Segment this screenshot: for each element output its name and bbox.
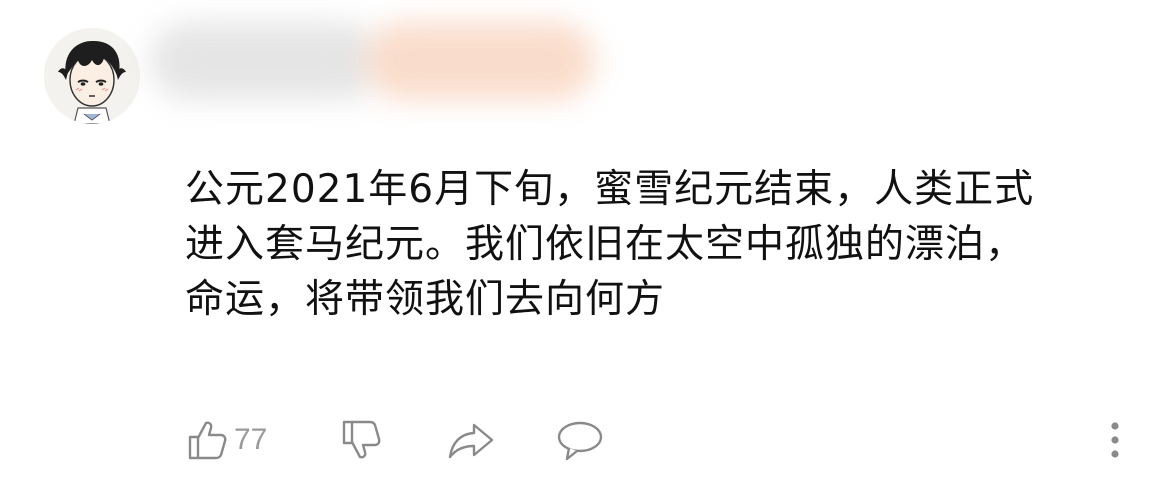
comment-bubble-icon bbox=[555, 417, 605, 463]
more-options-button[interactable] bbox=[1100, 410, 1130, 470]
comment-line: 进入套马纪元。我们依旧在太空中孤独的漂泊， bbox=[185, 222, 1026, 267]
username-tag-blurred bbox=[365, 22, 595, 100]
like-button[interactable]: 77 bbox=[184, 410, 267, 470]
more-vertical-icon bbox=[1109, 420, 1121, 460]
reply-button[interactable] bbox=[555, 410, 605, 470]
like-count: 77 bbox=[234, 423, 268, 456]
comment-card: 公元2021年6月下旬，蜜雪纪元结束，人类正式 进入套马纪元。我们依旧在太空中孤… bbox=[0, 0, 1170, 501]
share-button[interactable] bbox=[446, 410, 496, 470]
avatar[interactable] bbox=[44, 28, 140, 124]
username-blurred bbox=[150, 22, 380, 100]
action-bar: 77 bbox=[0, 410, 1170, 470]
thumbs-up-icon bbox=[184, 417, 230, 463]
share-arrow-icon bbox=[446, 417, 496, 463]
comment-line: 命运，将带领我们去向何方 bbox=[185, 277, 666, 322]
comment-line: 公元2021年6月下旬，蜜雪纪元结束，人类正式 bbox=[185, 167, 1035, 212]
anime-boy-avatar-icon bbox=[44, 28, 140, 124]
thumbs-down-icon bbox=[338, 417, 384, 463]
comment-text: 公元2021年6月下旬，蜜雪纪元结束，人类正式 进入套马纪元。我们依旧在太空中孤… bbox=[185, 162, 1135, 327]
dislike-button[interactable] bbox=[338, 410, 384, 470]
